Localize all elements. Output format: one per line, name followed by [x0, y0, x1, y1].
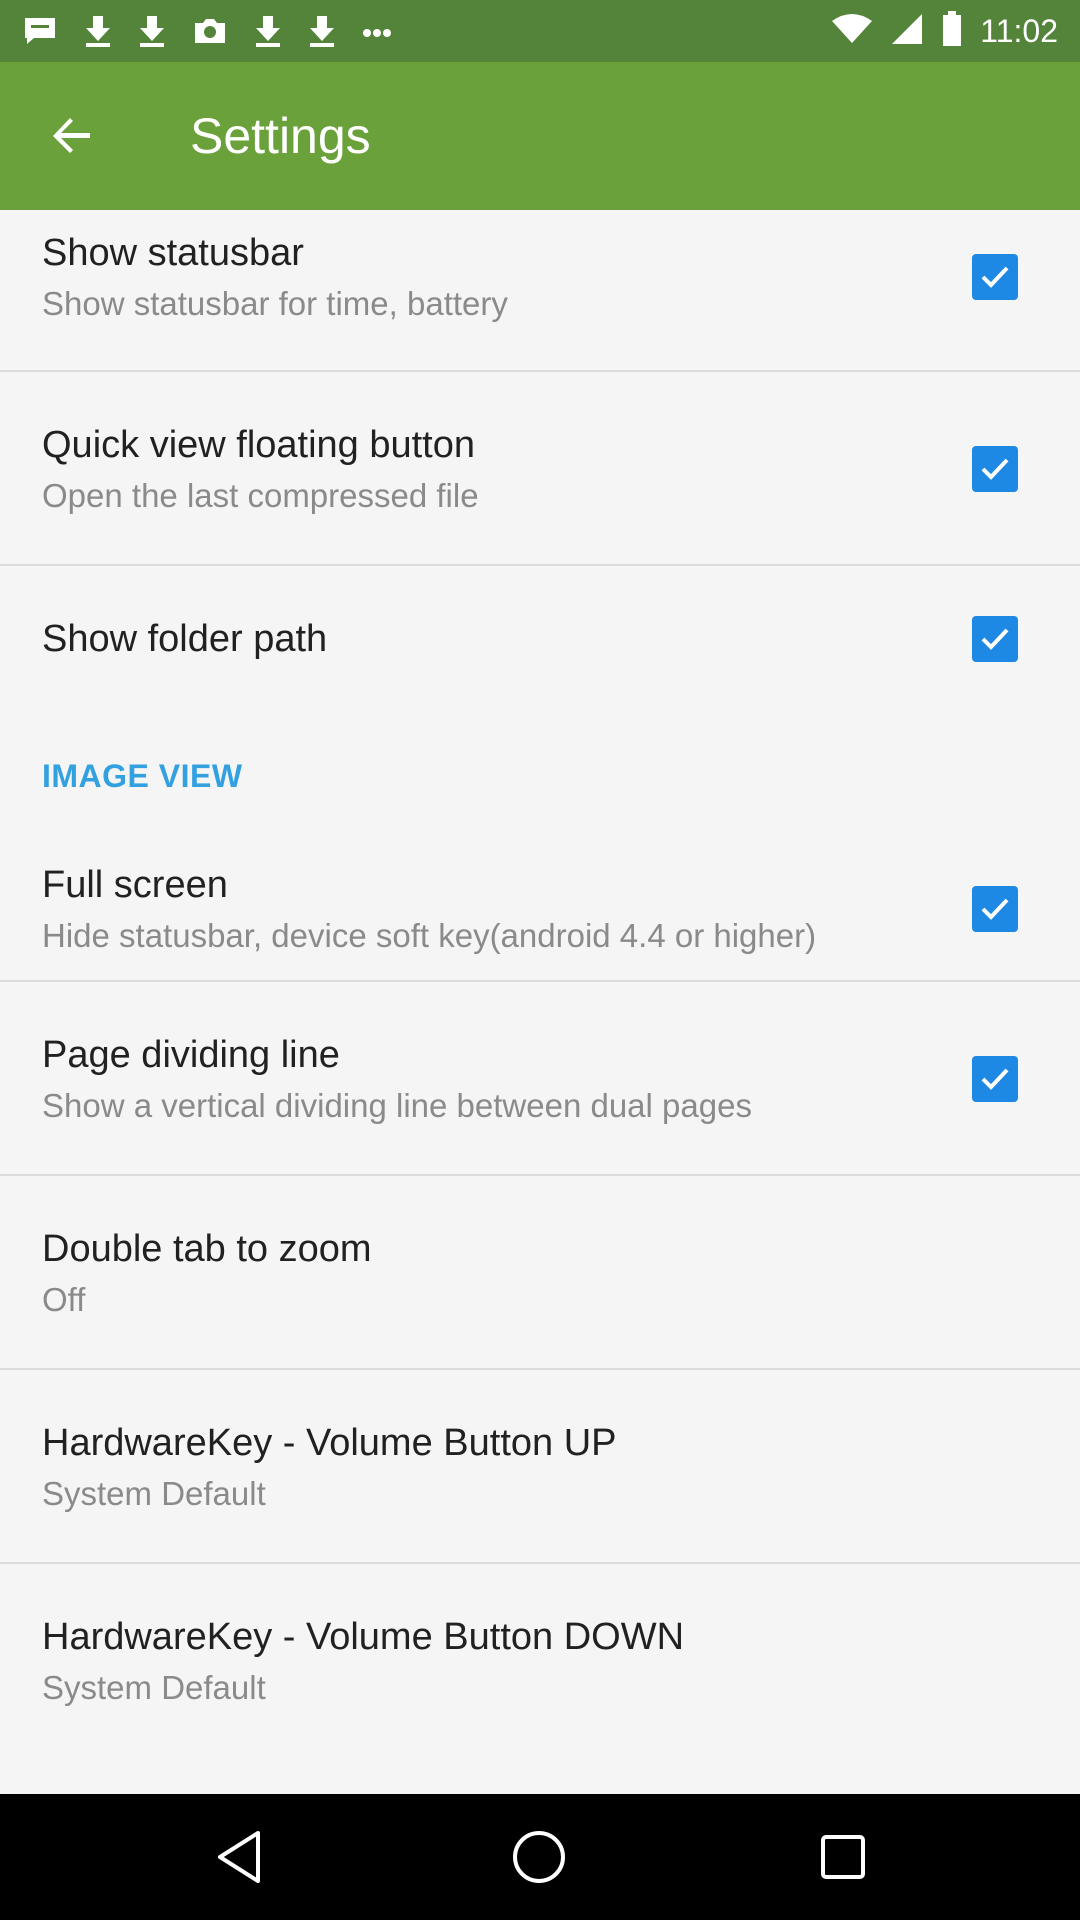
recents-square-icon — [821, 1835, 865, 1879]
setting-title: Show statusbar — [42, 232, 304, 274]
nav-back-button[interactable] — [206, 1824, 272, 1890]
check-icon — [981, 628, 1009, 650]
setting-title: Quick view floating button — [42, 424, 476, 466]
download-icon — [254, 14, 282, 53]
setting-summary: Open the last compressed file — [42, 477, 479, 514]
full-screen-checkbox[interactable] — [972, 886, 1018, 932]
back-triangle-icon — [218, 1831, 260, 1883]
chat-icon — [22, 15, 58, 52]
system-icons: 11:02 — [832, 10, 1058, 52]
setting-quick-view-floating-button[interactable]: Quick view floating button Open the last… — [0, 372, 1080, 566]
section-header: IMAGE VIEW — [42, 758, 243, 794]
quick-view-checkbox[interactable] — [972, 446, 1018, 492]
setting-title: Double tab to zoom — [42, 1228, 372, 1270]
show-statusbar-checkbox[interactable] — [972, 254, 1018, 300]
check-icon — [981, 898, 1009, 920]
setting-show-folder-path[interactable]: Show folder path — [0, 566, 1080, 728]
setting-summary: Show a vertical dividing line between du… — [42, 1087, 752, 1124]
check-icon — [981, 1068, 1009, 1090]
setting-title: HardwareKey - Volume Button DOWN — [42, 1616, 685, 1658]
back-button[interactable] — [36, 102, 108, 174]
notification-icons — [22, 14, 392, 53]
setting-volume-button-down[interactable]: HardwareKey - Volume Button DOWN System … — [0, 1564, 1080, 1764]
signal-icon — [890, 12, 924, 51]
setting-summary: Off — [42, 1281, 86, 1318]
setting-full-screen[interactable]: Full screen Hide statusbar, device soft … — [0, 818, 1080, 982]
download-icon — [84, 14, 112, 53]
camera-icon — [192, 15, 228, 52]
setting-title: Page dividing line — [42, 1034, 340, 1076]
arrow-left-icon — [50, 114, 94, 163]
download-icon — [308, 14, 336, 53]
page-dividing-line-checkbox[interactable] — [972, 1056, 1018, 1102]
setting-title: HardwareKey - Volume Button UP — [42, 1422, 617, 1464]
wifi-icon — [832, 13, 873, 50]
nav-home-button[interactable] — [506, 1824, 572, 1890]
download-icon — [138, 14, 166, 53]
setting-summary: Hide statusbar, device soft key(android … — [42, 917, 817, 954]
nav-recents-button[interactable] — [810, 1824, 876, 1890]
check-icon — [981, 458, 1009, 480]
settings-list: Show statusbar Show statusbar for time, … — [0, 210, 1080, 1764]
check-icon — [981, 266, 1009, 288]
more-dots-icon — [362, 25, 392, 43]
clock-time: 11:02 — [980, 13, 1058, 49]
status-bar: 11:02 — [0, 0, 1080, 62]
setting-title: Show folder path — [42, 618, 328, 660]
setting-double-tab-to-zoom[interactable]: Double tab to zoom Off — [0, 1176, 1080, 1370]
setting-summary: System Default — [42, 1669, 266, 1706]
battery-icon — [942, 10, 962, 52]
setting-summary: System Default — [42, 1475, 266, 1512]
home-circle-icon — [513, 1831, 565, 1883]
setting-title: Full screen — [42, 864, 228, 906]
section-image-view: IMAGE VIEW — [0, 728, 1080, 818]
setting-volume-button-up[interactable]: HardwareKey - Volume Button UP System De… — [0, 1370, 1080, 1564]
setting-summary: Show statusbar for time, battery — [42, 285, 508, 322]
navigation-bar — [0, 1794, 1080, 1920]
app-toolbar: Settings — [0, 62, 1080, 210]
setting-show-statusbar[interactable]: Show statusbar Show statusbar for time, … — [0, 210, 1080, 372]
setting-page-dividing-line[interactable]: Page dividing line Show a vertical divid… — [0, 982, 1080, 1176]
show-folder-path-checkbox[interactable] — [972, 616, 1018, 662]
page-title: Settings — [190, 108, 371, 164]
